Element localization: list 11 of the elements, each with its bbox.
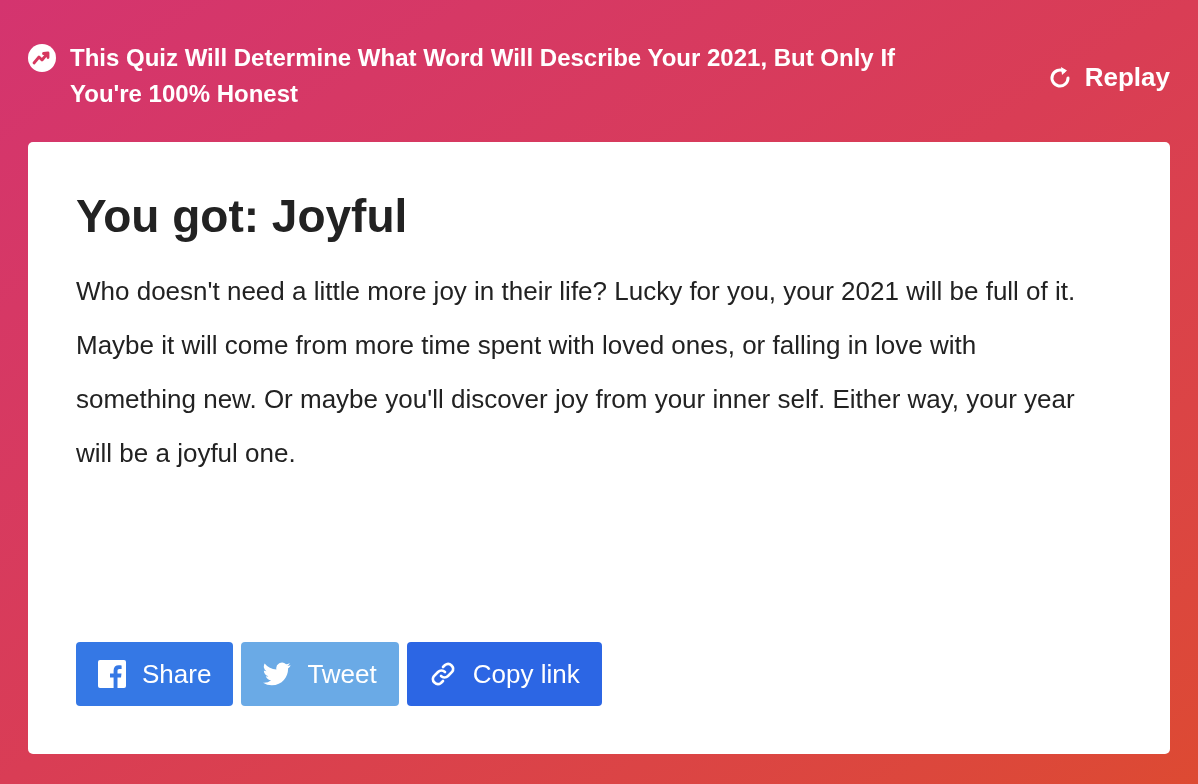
replay-button[interactable]: Replay — [1046, 58, 1170, 97]
tweet-button[interactable]: Tweet — [241, 642, 399, 706]
copy-link-button[interactable]: Copy link — [406, 642, 602, 706]
bird-icon — [263, 662, 292, 686]
quiz-title[interactable]: This Quiz Will Determine What Word Will Describe Your 2021, But Only If You're 100% Honest — [70, 40, 970, 112]
trending-icon — [28, 44, 56, 72]
share-button[interactable]: Share — [76, 642, 234, 706]
facebook-icon — [98, 660, 126, 688]
result-description: Who doesn't need a little more joy in their life? Lucky for you, your 2021 will be full of it. Maybe it will come from more time spent with loved ones, or falling in love with something new. Or maybe you'll discover joy from your inner self. Either way, your year will be a joyful one. — [76, 275, 1077, 470]
result-heading: You got: Joyful — [76, 189, 409, 244]
link-icon — [428, 660, 457, 688]
